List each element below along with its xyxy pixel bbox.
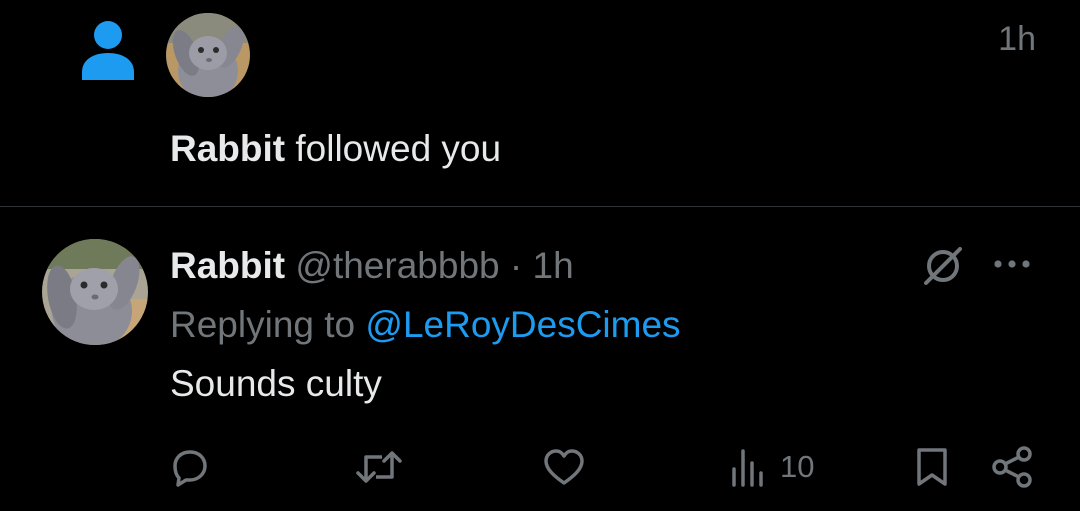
views-icon [732, 449, 763, 487]
heart-icon [544, 449, 584, 485]
follower-avatar[interactable] [166, 13, 250, 97]
notifications-page: 1h Rabbit followed you Rabbit @therabbbb [0, 0, 1080, 511]
replying-prefix: Replying to [170, 304, 366, 345]
repost-icon [356, 451, 402, 483]
reply-icon [173, 450, 207, 487]
notification-action: followed you [285, 128, 502, 169]
follow-notification[interactable]: 1h Rabbit followed you [0, 0, 1080, 206]
author-avatar[interactable] [42, 239, 148, 345]
notification-time: 1h [998, 20, 1036, 58]
tweet-time[interactable]: 1h [533, 245, 574, 286]
bookmark-button[interactable] [914, 445, 950, 489]
replying-to-line: Replying to @LeRoyDesCimes [170, 304, 681, 346]
views-button[interactable]: 10 [728, 445, 814, 489]
header-separator: · [509, 245, 523, 286]
share-icon [992, 446, 1032, 488]
notification-text: Rabbit followed you [170, 128, 501, 170]
follower-name[interactable]: Rabbit [170, 128, 285, 169]
bookmark-icon [917, 448, 947, 486]
person-icon [82, 21, 134, 80]
replying-mention-link[interactable]: @LeRoyDesCimes [365, 304, 680, 345]
reply-tweet[interactable]: Rabbit @therabbbb · 1h Replying to @LeRo… [0, 207, 1080, 511]
author-name[interactable]: Rabbit [170, 245, 285, 286]
more-options-icon[interactable] [990, 249, 1034, 279]
reply-button[interactable] [170, 445, 210, 489]
like-button[interactable] [542, 445, 586, 489]
author-handle[interactable]: @therabbbb [295, 245, 499, 286]
views-count: 10 [780, 449, 815, 484]
share-button[interactable] [990, 445, 1034, 489]
grok-icon[interactable] [920, 243, 966, 289]
tweet-text: Sounds culty [170, 363, 382, 404]
tweet-header: Rabbit @therabbbb · 1h [170, 245, 574, 287]
repost-button[interactable] [354, 445, 404, 489]
